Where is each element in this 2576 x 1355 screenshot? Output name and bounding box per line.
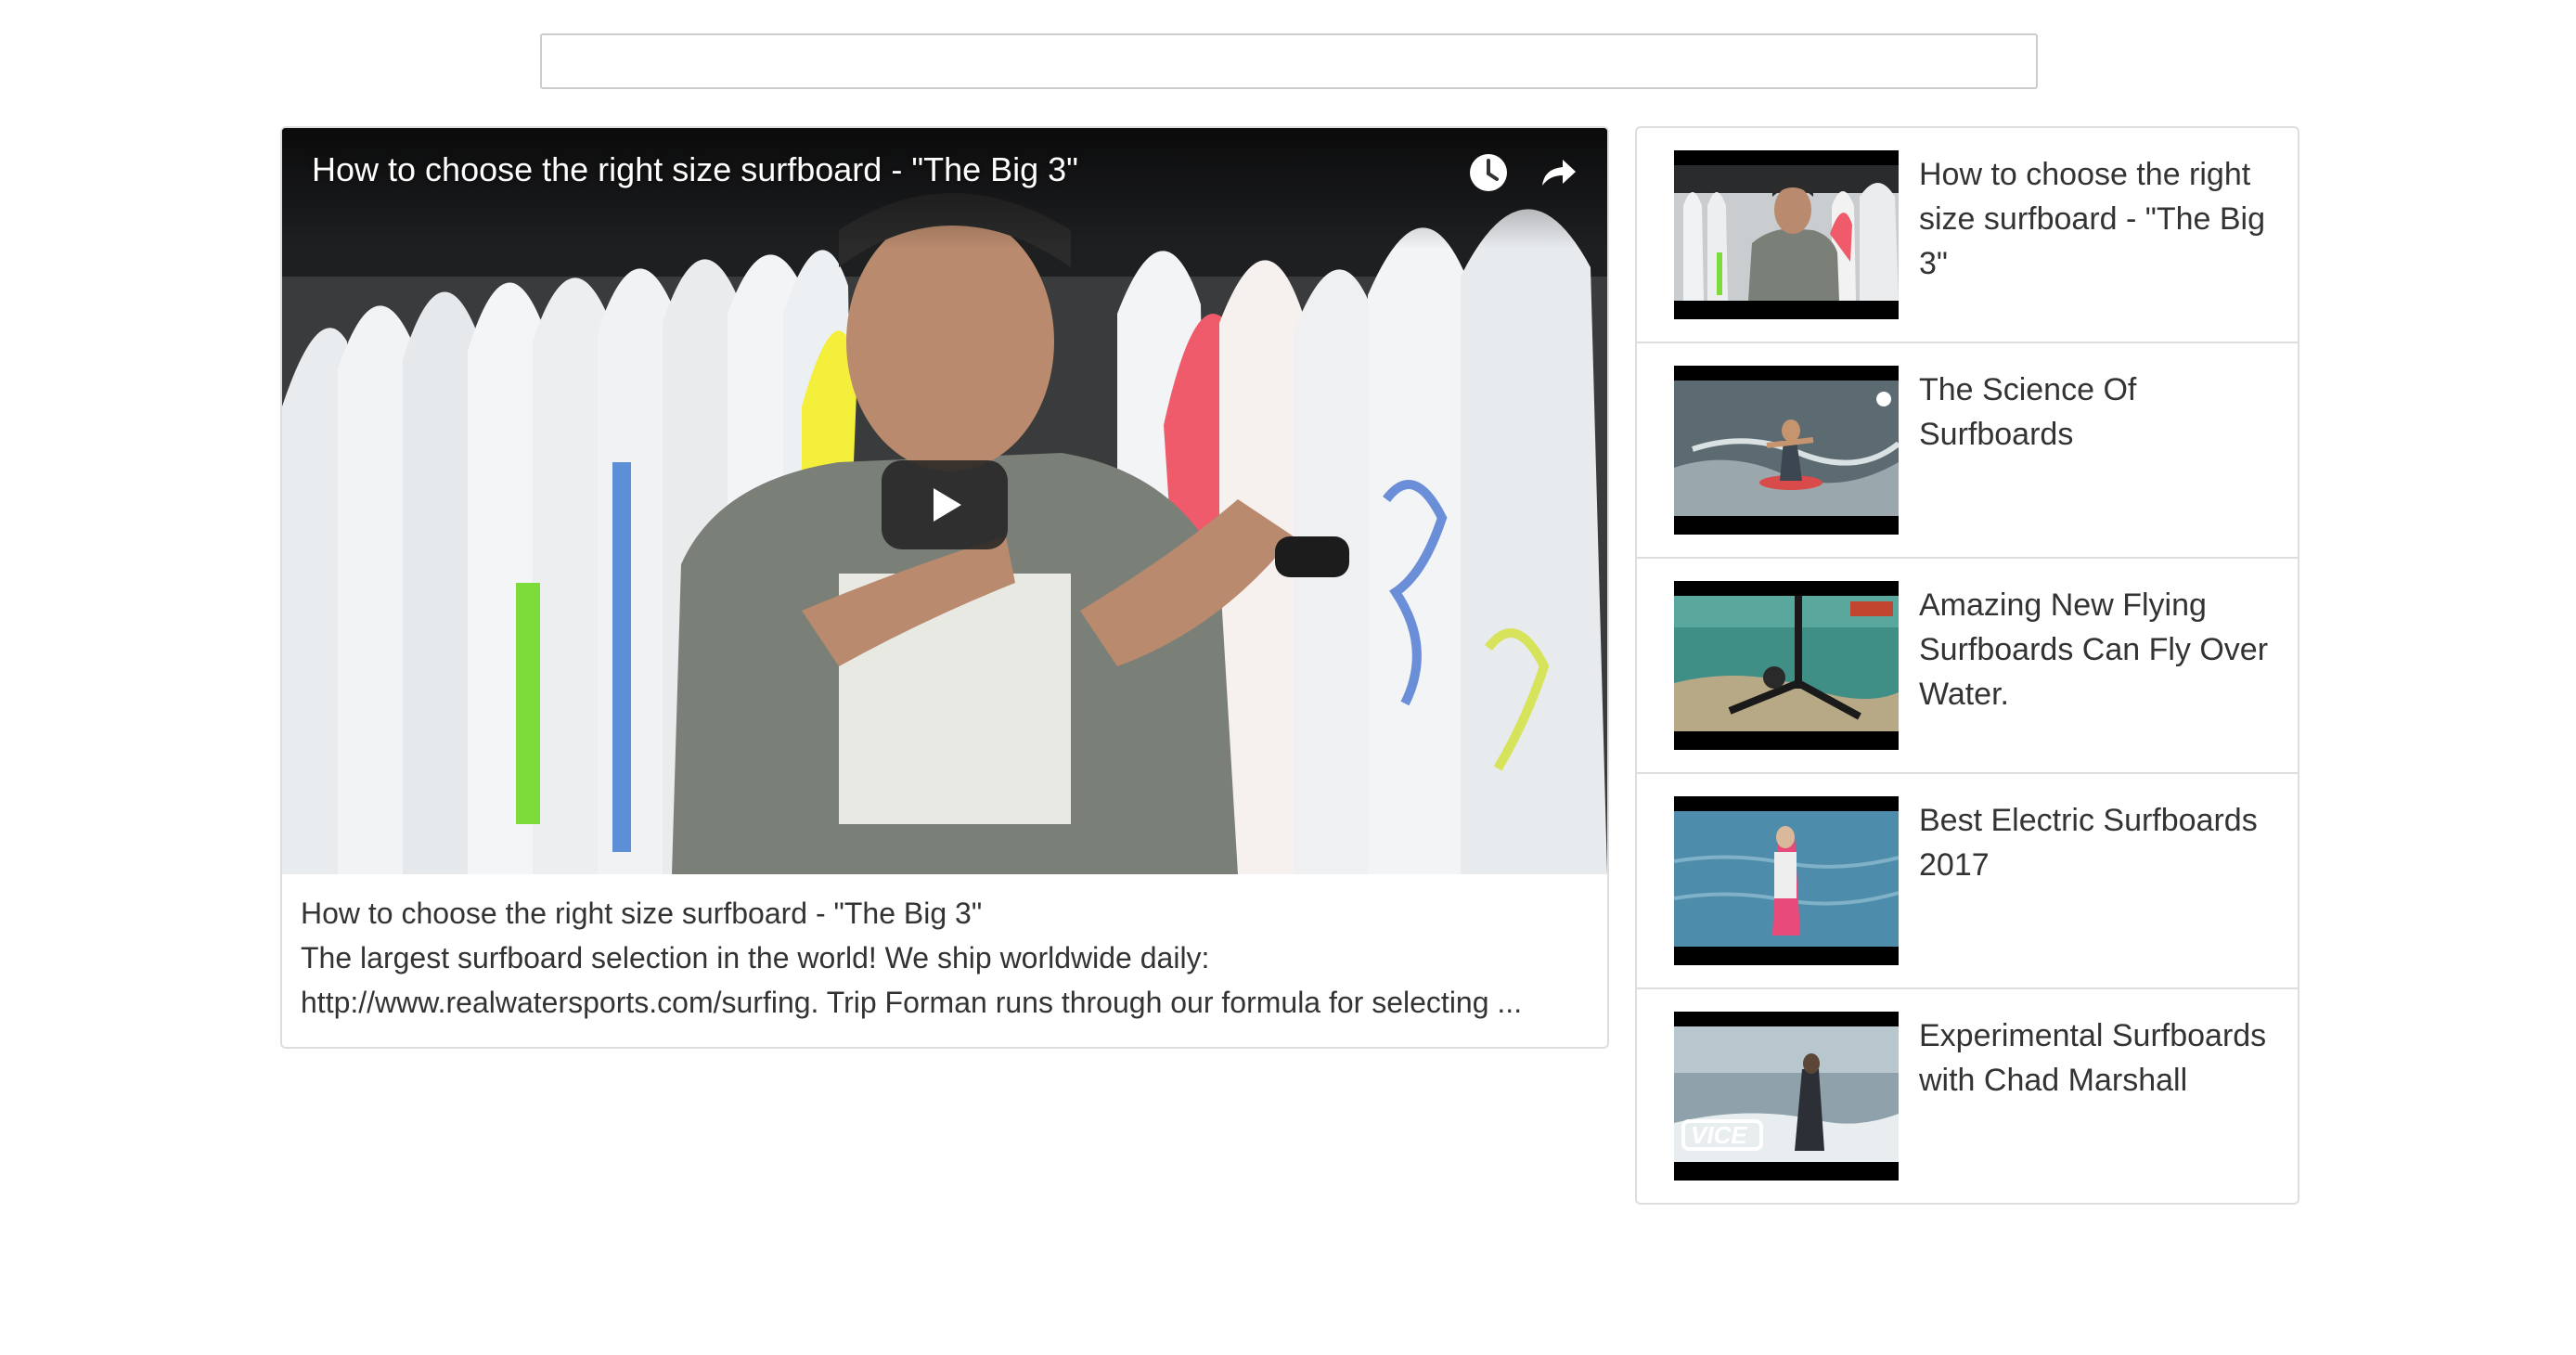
clock-icon[interactable] [1462,147,1514,199]
video-thumbnail[interactable] [1674,581,1899,750]
main-video-card: How to choose the right size surfboard -… [280,126,1609,1049]
play-button[interactable] [882,460,1008,549]
video-thumbnail[interactable] [1674,150,1899,319]
video-player[interactable]: How to choose the right size surfboard -… [282,128,1607,874]
video-thumbnail[interactable] [1674,366,1899,535]
playlist-item[interactable]: The Science Of Surfboards [1637,343,2298,559]
playlist-item[interactable]: Best Electric Surfboards 2017 [1637,774,2298,989]
video-description-line: http://www.realwatersports.com/surfing. … [301,986,1523,1019]
player-title[interactable]: How to choose the right size surfboard -… [312,150,1078,189]
playlist-item[interactable]: Amazing New Flying Surfboards Can Fly Ov… [1637,559,2298,774]
playlist-item-title[interactable]: Best Electric Surfboards 2017 [1919,798,2281,887]
vice-logo: VICE [1691,1121,1747,1149]
playlist-item-title[interactable]: Experimental Surfboards with Chad Marsha… [1919,1013,2281,1103]
video-title: How to choose the right size surfboard -… [301,897,983,930]
share-arrow-icon[interactable] [1531,147,1583,199]
playlist-item-title[interactable]: Amazing New Flying Surfboards Can Fly Ov… [1919,583,2281,716]
search-bar [540,33,2038,89]
video-thumbnail[interactable]: VICE [1674,1012,1899,1181]
playlist-item-title[interactable]: The Science Of Surfboards [1919,368,2281,457]
playlist-item[interactable]: VICE Experimental Surfboards with Chad M… [1637,989,2298,1203]
video-playlist: How to choose the right size surfboard -… [1635,126,2299,1205]
video-info: How to choose the right size surfboard -… [301,891,1591,1025]
play-icon [934,488,961,522]
playlist-item-title[interactable]: How to choose the right size surfboard -… [1919,152,2281,286]
video-thumbnail[interactable] [1674,796,1899,965]
video-description-line: The largest surfboard selection in the w… [301,941,1210,974]
search-input[interactable] [540,33,2038,89]
playlist-item[interactable]: How to choose the right size surfboard -… [1637,128,2298,343]
